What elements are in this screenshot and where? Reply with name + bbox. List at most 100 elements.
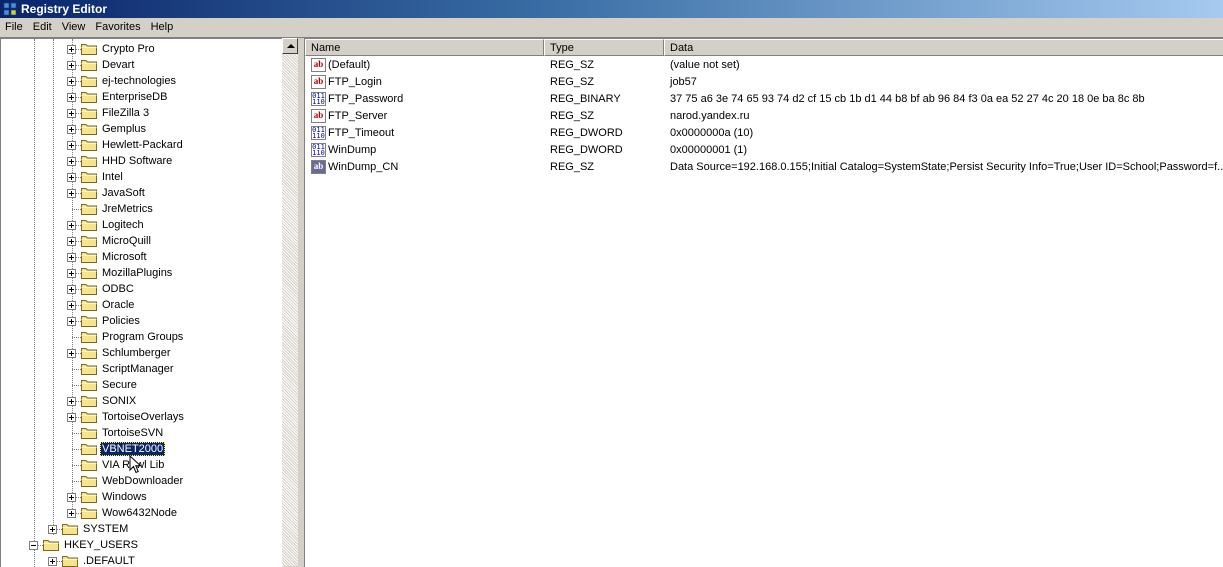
tree-item-label: Policies [102, 315, 140, 327]
expand-toggle-icon[interactable] [67, 157, 76, 166]
table-row[interactable]: 011110010FTP_Timeout REG_DWORD 0x0000000a … [305, 125, 1223, 142]
tree-item[interactable]: MicroQuill [1, 233, 283, 249]
expand-toggle-icon[interactable] [67, 317, 76, 326]
tree-item[interactable]: HKEY_USERS [1, 537, 283, 553]
tree-item[interactable]: Schlumberger [1, 345, 283, 361]
tree-item-label: Oracle [102, 299, 135, 311]
tree-item[interactable]: FileZilla 3 [1, 105, 283, 121]
tree-item-label: MozillaPlugins [102, 267, 173, 279]
expand-toggle-icon[interactable] [67, 413, 76, 422]
expand-toggle-icon[interactable] [48, 525, 57, 534]
values-list[interactable]: Name Type Data ab (Default) REG_SZ (value n… [304, 38, 1223, 567]
column-header-name[interactable]: Name [305, 39, 544, 56]
expand-toggle-icon[interactable] [67, 237, 76, 246]
tree-item[interactable]: Gemplus [1, 121, 283, 137]
tree-item[interactable]: TortoiseOverlays [1, 409, 283, 425]
tree-item-label: Logitech [102, 219, 144, 231]
table-row[interactable]: ab (Default) REG_SZ (value not set) [305, 57, 1223, 74]
tree-item[interactable]: TortoiseSVN [1, 425, 283, 441]
tree-item[interactable]: Intel [1, 169, 283, 185]
collapse-toggle-icon[interactable] [29, 541, 38, 550]
registry-editor-app-icon [3, 2, 17, 16]
expand-toggle-icon[interactable] [67, 77, 76, 86]
tree-item[interactable]: .DEFAULT [1, 553, 283, 567]
expand-toggle-icon[interactable] [67, 141, 76, 150]
menu-help[interactable]: Help [146, 18, 179, 37]
tree-item[interactable]: SYSTEM [1, 521, 283, 537]
expand-toggle-icon[interactable] [67, 493, 76, 502]
expand-toggle-icon[interactable] [67, 173, 76, 182]
tree-item[interactable]: HHD Software [1, 153, 283, 169]
menu-file[interactable]: File [0, 18, 28, 37]
expand-toggle-icon[interactable] [67, 509, 76, 518]
tree-item[interactable]: Secure [1, 377, 283, 393]
tree-connector-line [72, 465, 81, 466]
column-header-data[interactable]: Data [664, 39, 1223, 56]
expand-toggle-icon[interactable] [67, 397, 76, 406]
expand-toggle-icon[interactable] [67, 221, 76, 230]
value-type: REG_SZ [550, 110, 595, 122]
tree-item[interactable]: Oracle [1, 297, 283, 313]
expand-toggle-icon[interactable] [67, 109, 76, 118]
menu-view[interactable]: View [57, 18, 91, 37]
tree-item-label: SONIX [102, 395, 137, 407]
value-type: REG_DWORD [550, 127, 623, 139]
tree-item-label: VBNET2000 [100, 442, 166, 456]
expand-toggle-icon[interactable] [67, 253, 76, 262]
table-row[interactable]: ab WinDump_CN REG_SZ Data Source=192.168.0.… [305, 159, 1223, 176]
tree-item[interactable]: JavaSoft [1, 185, 283, 201]
tree-item-label: Schlumberger [102, 347, 171, 359]
folder-icon [81, 315, 97, 327]
column-header-type[interactable]: Type [544, 39, 664, 56]
value-name: (Default) [328, 59, 371, 71]
expand-toggle-icon[interactable] [67, 285, 76, 294]
tree-item[interactable]: Wow6432Node [1, 505, 283, 521]
window-title: Registry Editor [21, 2, 108, 16]
tree-item[interactable]: ScriptManager [1, 361, 283, 377]
tree-item[interactable]: Hewlett-Packard [1, 137, 283, 153]
table-row[interactable]: 011110010WinDump REG_DWORD 0x00000001 (1) [305, 142, 1223, 159]
tree-item[interactable]: ODBC [1, 281, 283, 297]
tree-item[interactable]: JreMetrics [1, 201, 283, 217]
title-bar[interactable]: Registry Editor [0, 0, 1223, 18]
tree-scrollbar[interactable] [282, 38, 298, 566]
tree-item[interactable]: Windows [1, 489, 283, 505]
expand-toggle-icon[interactable] [67, 45, 76, 54]
expand-toggle-icon[interactable] [67, 125, 76, 134]
tree-item[interactable]: WebDownloader [1, 473, 283, 489]
value-data: job57 [670, 76, 697, 88]
tree-item[interactable]: MozillaPlugins [1, 265, 283, 281]
tree-item[interactable]: Microsoft [1, 249, 283, 265]
table-row[interactable]: ab FTP_Server REG_SZ narod.yandex.ru [305, 108, 1223, 125]
folder-icon [81, 347, 97, 359]
menu-edit[interactable]: Edit [28, 18, 57, 37]
tree-item[interactable]: EnterpriseDB [1, 89, 283, 105]
registry-tree[interactable]: Crypto Pro Devart ej-technologies Enterpris… [0, 38, 283, 567]
table-row[interactable]: ab FTP_Login REG_SZ job57 [305, 74, 1223, 91]
tree-item[interactable]: Policies [1, 313, 283, 329]
expand-toggle-icon[interactable] [67, 93, 76, 102]
expand-toggle-icon[interactable] [67, 189, 76, 198]
tree-item-label: HHD Software [102, 155, 173, 167]
value-name: FTP_Server [328, 110, 388, 122]
expand-toggle-icon[interactable] [67, 61, 76, 70]
scroll-track[interactable] [282, 54, 298, 566]
tree-item[interactable]: Program Groups [1, 329, 283, 345]
expand-toggle-icon[interactable] [67, 269, 76, 278]
tree-item[interactable]: Logitech [1, 217, 283, 233]
tree-item[interactable]: SONIX [1, 393, 283, 409]
string-value-icon: ab [311, 75, 326, 89]
table-row[interactable]: 011110010FTP_Password REG_BINARY 37 75 a6 … [305, 91, 1223, 108]
expand-toggle-icon[interactable] [67, 301, 76, 310]
scroll-up-button[interactable] [282, 38, 298, 54]
folder-icon [81, 331, 97, 343]
expand-toggle-icon[interactable] [67, 349, 76, 358]
tree-item-label: Intel [102, 171, 123, 183]
expand-toggle-icon[interactable] [48, 557, 57, 566]
tree-item[interactable]: ej-technologies [1, 73, 283, 89]
tree-connector-line [72, 481, 81, 482]
tree-item-label: MicroQuill [102, 235, 151, 247]
menu-favorites[interactable]: Favorites [90, 18, 145, 37]
tree-item[interactable]: Devart [1, 57, 283, 73]
tree-item[interactable]: Crypto Pro [1, 41, 283, 57]
